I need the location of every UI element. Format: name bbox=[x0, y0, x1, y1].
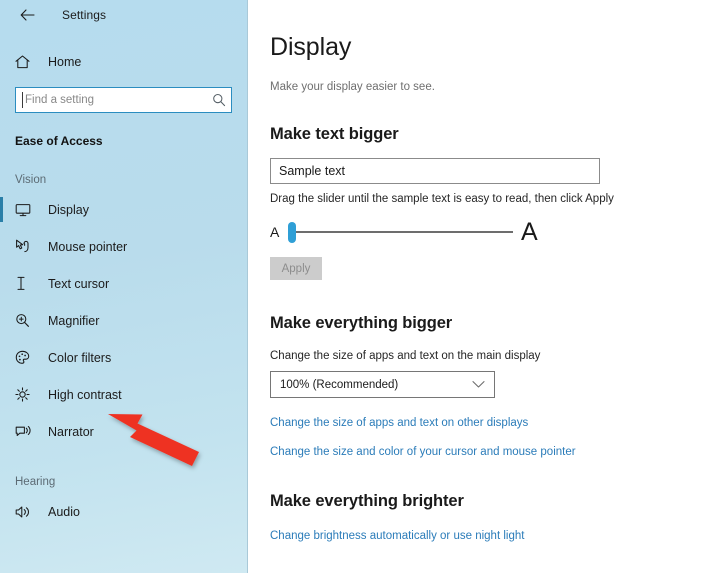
sidebar-item-label: High contrast bbox=[48, 387, 122, 402]
search-caret bbox=[22, 92, 23, 108]
back-arrow-icon bbox=[20, 9, 35, 21]
sidebar-item-home[interactable]: Home bbox=[0, 48, 247, 76]
title-bar: Settings bbox=[0, 0, 247, 30]
speaker-icon bbox=[15, 505, 35, 519]
search-icon[interactable] bbox=[207, 93, 231, 107]
section-heading-make-everything-bigger: Make everything bigger bbox=[270, 314, 453, 332]
selection-indicator bbox=[0, 419, 3, 444]
sidebar-item-mouse-pointer[interactable]: Mouse pointer bbox=[0, 228, 247, 265]
slider-hint-text: Drag the slider until the sample text is… bbox=[270, 193, 614, 205]
link-resize-other-displays[interactable]: Change the size of apps and text on othe… bbox=[270, 417, 528, 429]
scale-dropdown-value: 100% (Recommended) bbox=[280, 378, 399, 391]
section-heading-make-text-bigger: Make text bigger bbox=[270, 125, 399, 143]
sidebar-item-high-contrast[interactable]: High contrast bbox=[0, 376, 247, 413]
text-size-slider-row: A A bbox=[270, 216, 719, 248]
scale-field-label: Change the size of apps and text on the … bbox=[270, 350, 541, 362]
home-label: Home bbox=[48, 55, 82, 69]
narrator-icon bbox=[15, 424, 35, 439]
section-heading-make-everything-brighter: Make everything brighter bbox=[270, 492, 464, 510]
sidebar-item-color-filters[interactable]: Color filters bbox=[0, 339, 247, 376]
main-content: Display Make your display easier to see.… bbox=[248, 0, 719, 573]
slider-max-label: A bbox=[521, 217, 538, 246]
sidebar-item-narrator[interactable]: Narrator bbox=[0, 413, 247, 450]
sidebar-item-label: Color filters bbox=[48, 350, 112, 365]
sidebar-item-label: Text cursor bbox=[48, 276, 110, 291]
selection-indicator bbox=[0, 271, 3, 296]
link-brightness-night-light[interactable]: Change brightness automatically or use n… bbox=[270, 530, 524, 542]
sidebar-item-magnifier[interactable]: Magnifier bbox=[0, 302, 247, 339]
sample-text-preview: Sample text bbox=[270, 158, 600, 184]
sidebar-item-audio[interactable]: Audio bbox=[0, 493, 247, 530]
mouse-pointer-icon bbox=[15, 239, 35, 254]
sun-icon bbox=[15, 387, 35, 402]
sample-text-value: Sample text bbox=[279, 164, 346, 178]
slider-track bbox=[294, 231, 513, 233]
selection-indicator bbox=[0, 308, 3, 333]
link-cursor-pointer-size[interactable]: Change the size and color of your cursor… bbox=[270, 446, 576, 458]
window-title: Settings bbox=[62, 8, 107, 22]
sidebar-item-label: Magnifier bbox=[48, 313, 100, 328]
group-heading-vision: Vision bbox=[15, 174, 47, 186]
page-subtitle: Make your display easier to see. bbox=[270, 81, 435, 93]
monitor-icon bbox=[15, 203, 35, 217]
sidebar-item-display[interactable]: Display bbox=[0, 191, 247, 228]
group-heading-hearing: Hearing bbox=[15, 476, 56, 488]
selection-indicator bbox=[0, 499, 3, 524]
apply-button[interactable]: Apply bbox=[270, 257, 322, 280]
slider-thumb[interactable] bbox=[288, 221, 296, 243]
settings-window: Settings Home Ease of Access V bbox=[0, 0, 719, 573]
sidebar-item-label: Display bbox=[48, 202, 89, 217]
sidebar-item-label: Narrator bbox=[48, 424, 94, 439]
text-size-slider[interactable] bbox=[288, 218, 513, 246]
sidebar-item-text-cursor[interactable]: Text cursor bbox=[0, 265, 247, 302]
back-button[interactable] bbox=[14, 4, 40, 26]
search-input[interactable] bbox=[16, 89, 207, 111]
selection-indicator bbox=[0, 382, 3, 407]
chevron-down-icon bbox=[472, 376, 485, 394]
sidebar-item-label: Audio bbox=[48, 504, 80, 519]
palette-icon bbox=[15, 350, 35, 365]
sidebar: Settings Home Ease of Access V bbox=[0, 0, 248, 573]
page-title: Display bbox=[270, 33, 352, 61]
search-box[interactable] bbox=[15, 87, 232, 113]
sidebar-item-label: Mouse pointer bbox=[48, 239, 128, 254]
selection-indicator bbox=[0, 234, 3, 259]
category-title: Ease of Access bbox=[15, 134, 103, 148]
text-cursor-icon bbox=[15, 276, 35, 291]
magnifier-icon bbox=[15, 313, 35, 328]
selection-indicator bbox=[0, 345, 3, 370]
home-icon bbox=[15, 55, 35, 69]
slider-min-label: A bbox=[270, 224, 280, 240]
selection-indicator bbox=[0, 197, 3, 222]
scale-dropdown[interactable]: 100% (Recommended) bbox=[270, 371, 495, 398]
